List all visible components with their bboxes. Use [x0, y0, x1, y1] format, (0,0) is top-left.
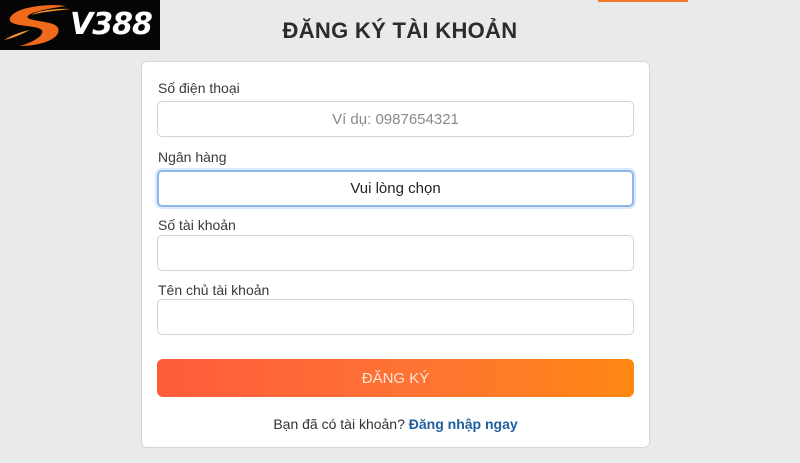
register-page: V388 ĐĂNG KÝ TÀI KHOẢN Số điện thoại Ngâ… — [0, 0, 800, 463]
bank-label: Ngân hàng — [158, 149, 227, 165]
account-number-input[interactable] — [157, 235, 634, 271]
phone-input[interactable] — [157, 101, 634, 137]
login-prompt-text: Bạn đã có tài khoản? — [273, 416, 405, 432]
logo-text: V388 — [70, 7, 153, 42]
bank-select-value: Vui lòng chọn — [350, 180, 441, 197]
register-form-card: Số điện thoại Ngân hàng Vui lòng chọn Số… — [141, 61, 650, 448]
register-button[interactable]: ĐĂNG KÝ — [157, 359, 634, 397]
swoosh-s-icon — [4, 5, 70, 46]
top-accent-bar — [598, 0, 688, 2]
phone-label: Số điện thoại — [158, 80, 240, 96]
account-number-label: Số tài khoản — [158, 217, 236, 233]
account-name-input[interactable] — [157, 299, 634, 335]
login-prompt-line: Bạn đã có tài khoản? Đăng nhập ngay — [142, 416, 649, 432]
account-name-label: Tên chủ tài khoản — [158, 282, 270, 298]
login-link[interactable]: Đăng nhập ngay — [409, 416, 518, 432]
brand-logo[interactable]: V388 — [0, 0, 160, 50]
bank-select[interactable]: Vui lòng chọn — [157, 170, 634, 207]
page-title: ĐĂNG KÝ TÀI KHOẢN — [282, 18, 518, 43]
